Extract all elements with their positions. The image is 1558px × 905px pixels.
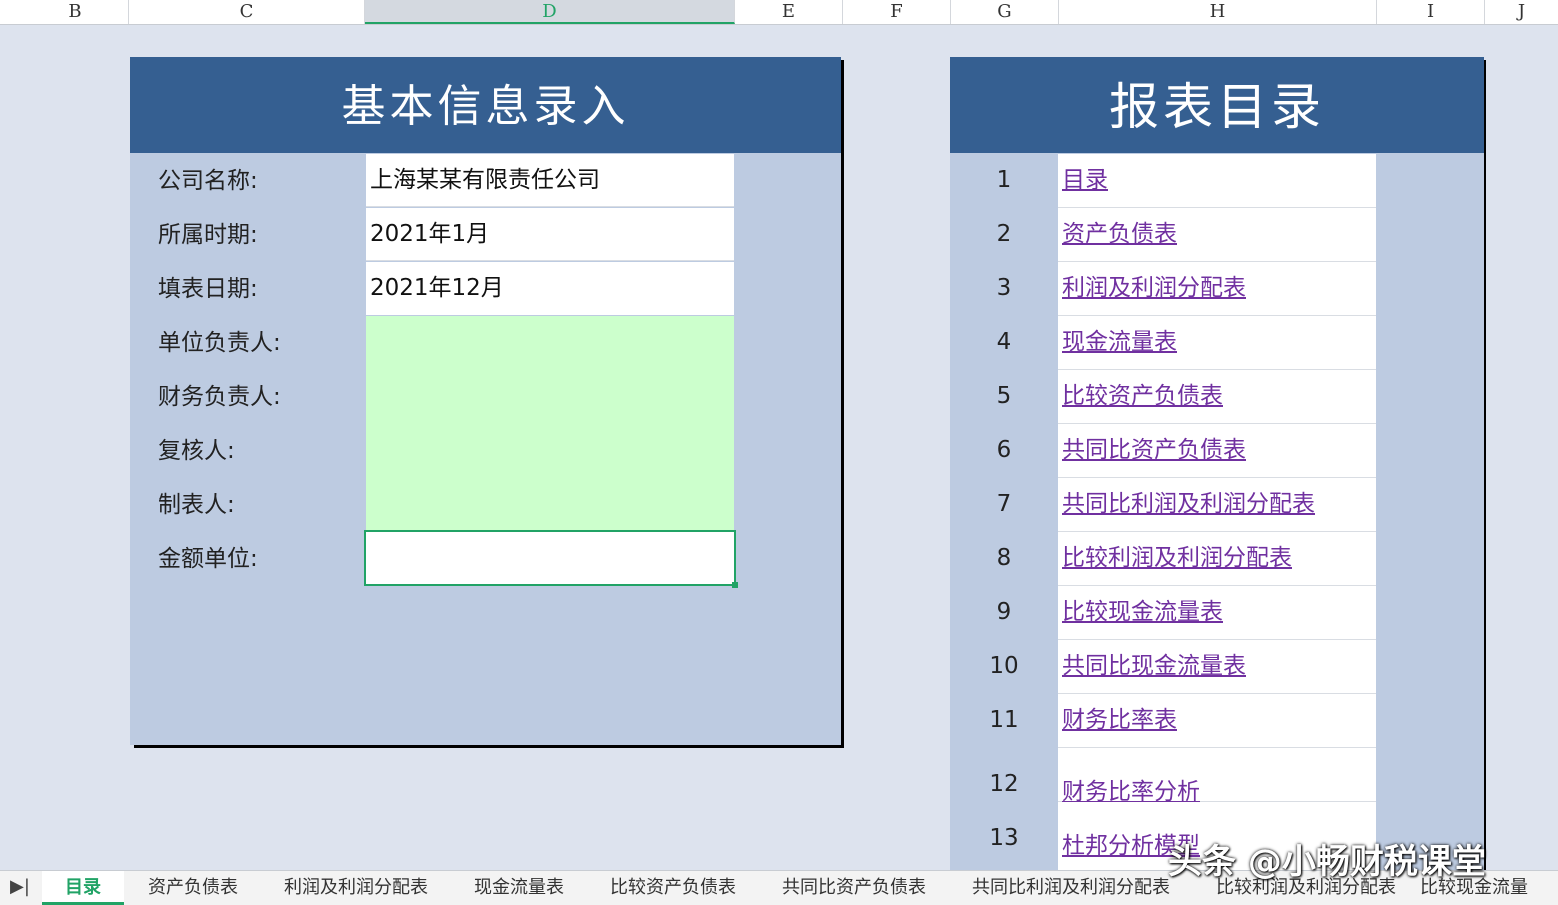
reviewer-cell[interactable] — [366, 424, 734, 477]
catalog-row: 比较资产负债表 — [1058, 370, 1376, 424]
finance-head-cell[interactable] — [366, 370, 734, 423]
column-header-c[interactable]: C — [129, 0, 365, 24]
catalog-number: 2 — [996, 221, 1012, 247]
column-header-h[interactable]: H — [1059, 0, 1377, 24]
catalog-link-income-statement[interactable]: 利润及利润分配表 — [1062, 262, 1246, 315]
column-header-i[interactable]: I — [1377, 0, 1485, 24]
catalog-row: 比较现金流量表 — [1058, 586, 1376, 640]
info-panel: 基本信息录入 公司名称: 上海某某有限责任公司 所属时期: 2021年1月 填表… — [130, 57, 841, 745]
label-amount-unit: 金额单位: — [158, 546, 258, 572]
column-header-j[interactable]: J — [1485, 0, 1558, 24]
label-finance-head: 财务负责人: — [158, 384, 281, 410]
catalog-link-contents[interactable]: 目录 — [1062, 154, 1108, 207]
catalog-row: 共同比资产负债表 — [1058, 424, 1376, 478]
column-header-g[interactable]: G — [951, 0, 1059, 24]
catalog-link-compare-balance[interactable]: 比较资产负债表 — [1062, 370, 1223, 423]
amount-unit-cell-selected[interactable] — [364, 530, 738, 588]
catalog-link-common-size-cash-flow[interactable]: 共同比现金流量表 — [1062, 640, 1246, 693]
catalog-row: 比较利润及利润分配表 — [1058, 532, 1376, 586]
catalog-number: 13 — [989, 825, 1019, 851]
label-fill-date: 填表日期: — [158, 276, 258, 302]
unit-head-cell[interactable] — [366, 316, 734, 369]
catalog-row: 财务比率表 — [1058, 694, 1376, 748]
label-company-name: 公司名称: — [158, 168, 258, 194]
catalog-row: 资产负债表 — [1058, 208, 1376, 262]
catalog-link-ratio-table[interactable]: 财务比率表 — [1062, 694, 1177, 747]
sheet-tab-compare-balance[interactable]: 比较资产负债表 — [610, 871, 736, 905]
column-header-b[interactable]: B — [22, 0, 129, 24]
catalog-link-common-size-balance[interactable]: 共同比资产负债表 — [1062, 424, 1246, 477]
sheet-tab-cash-flow[interactable]: 现金流量表 — [474, 871, 564, 905]
catalog-panel: 报表目录 1 目录 2 资产负债表 3 利润及利润分配表 4 现金流量表 5 比… — [950, 57, 1484, 877]
catalog-number: 3 — [996, 275, 1012, 301]
catalog-row: 现金流量表 — [1058, 316, 1376, 370]
catalog-row: 共同比利润及利润分配表 — [1058, 478, 1376, 532]
column-header-bar: B C D E F G H I J — [0, 0, 1558, 25]
fill-date-cell[interactable]: 2021年12月 — [366, 262, 734, 315]
sheet-tab-balance-sheet[interactable]: 资产负债表 — [148, 871, 238, 905]
watermark: 头条 @小畅财税课堂 — [1168, 842, 1486, 882]
column-header-f[interactable]: F — [843, 0, 951, 24]
catalog-number: 10 — [989, 653, 1019, 679]
label-reviewer: 复核人: — [158, 438, 235, 464]
catalog-panel-title: 报表目录 — [950, 57, 1484, 153]
period-cell[interactable]: 2021年1月 — [366, 208, 734, 261]
column-header-d[interactable]: D — [365, 0, 735, 24]
catalog-link-balance-sheet[interactable]: 资产负债表 — [1062, 208, 1177, 261]
column-header-e[interactable]: E — [735, 0, 843, 24]
catalog-link-cash-flow[interactable]: 现金流量表 — [1062, 316, 1177, 369]
catalog-row: 财务比率分析 — [1058, 748, 1376, 805]
catalog-number: 11 — [989, 707, 1019, 733]
catalog-link-compare-income[interactable]: 比较利润及利润分配表 — [1062, 532, 1292, 585]
sheet-tab-common-size-balance[interactable]: 共同比资产负债表 — [782, 871, 926, 905]
info-panel-title: 基本信息录入 — [130, 57, 841, 153]
catalog-number: 9 — [996, 599, 1012, 625]
catalog-link-common-size-income[interactable]: 共同比利润及利润分配表 — [1062, 478, 1315, 531]
catalog-row: 目录 — [1058, 154, 1376, 208]
preparer-cell[interactable] — [366, 478, 734, 530]
catalog-number: 8 — [996, 545, 1012, 571]
catalog-link-compare-cash-flow[interactable]: 比较现金流量表 — [1062, 586, 1223, 639]
label-period: 所属时期: — [158, 222, 258, 248]
catalog-number: 1 — [996, 167, 1012, 193]
catalog-row: 共同比现金流量表 — [1058, 640, 1376, 694]
sheet-tab-contents[interactable]: 目录 — [42, 871, 124, 905]
catalog-number: 4 — [996, 329, 1012, 355]
sheet-tab-income-statement[interactable]: 利润及利润分配表 — [284, 871, 428, 905]
label-preparer: 制表人: — [158, 492, 235, 518]
catalog-number: 7 — [996, 491, 1012, 517]
tab-scroll-last-icon[interactable]: ▶| — [0, 871, 40, 905]
label-unit-head: 单位负责人: — [158, 330, 281, 356]
catalog-row: 利润及利润分配表 — [1058, 262, 1376, 316]
catalog-number: 6 — [996, 437, 1012, 463]
company-name-cell[interactable]: 上海某某有限责任公司 — [366, 154, 734, 207]
catalog-number: 5 — [996, 383, 1012, 409]
sheet-tab-common-size-income[interactable]: 共同比利润及利润分配表 — [972, 871, 1170, 905]
